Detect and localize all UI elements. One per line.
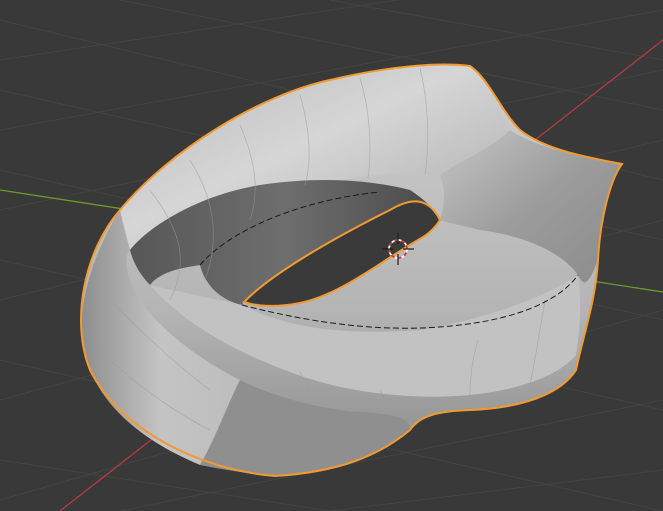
3d-viewport[interactable]	[0, 0, 663, 511]
viewport-canvas[interactable]	[0, 0, 663, 511]
